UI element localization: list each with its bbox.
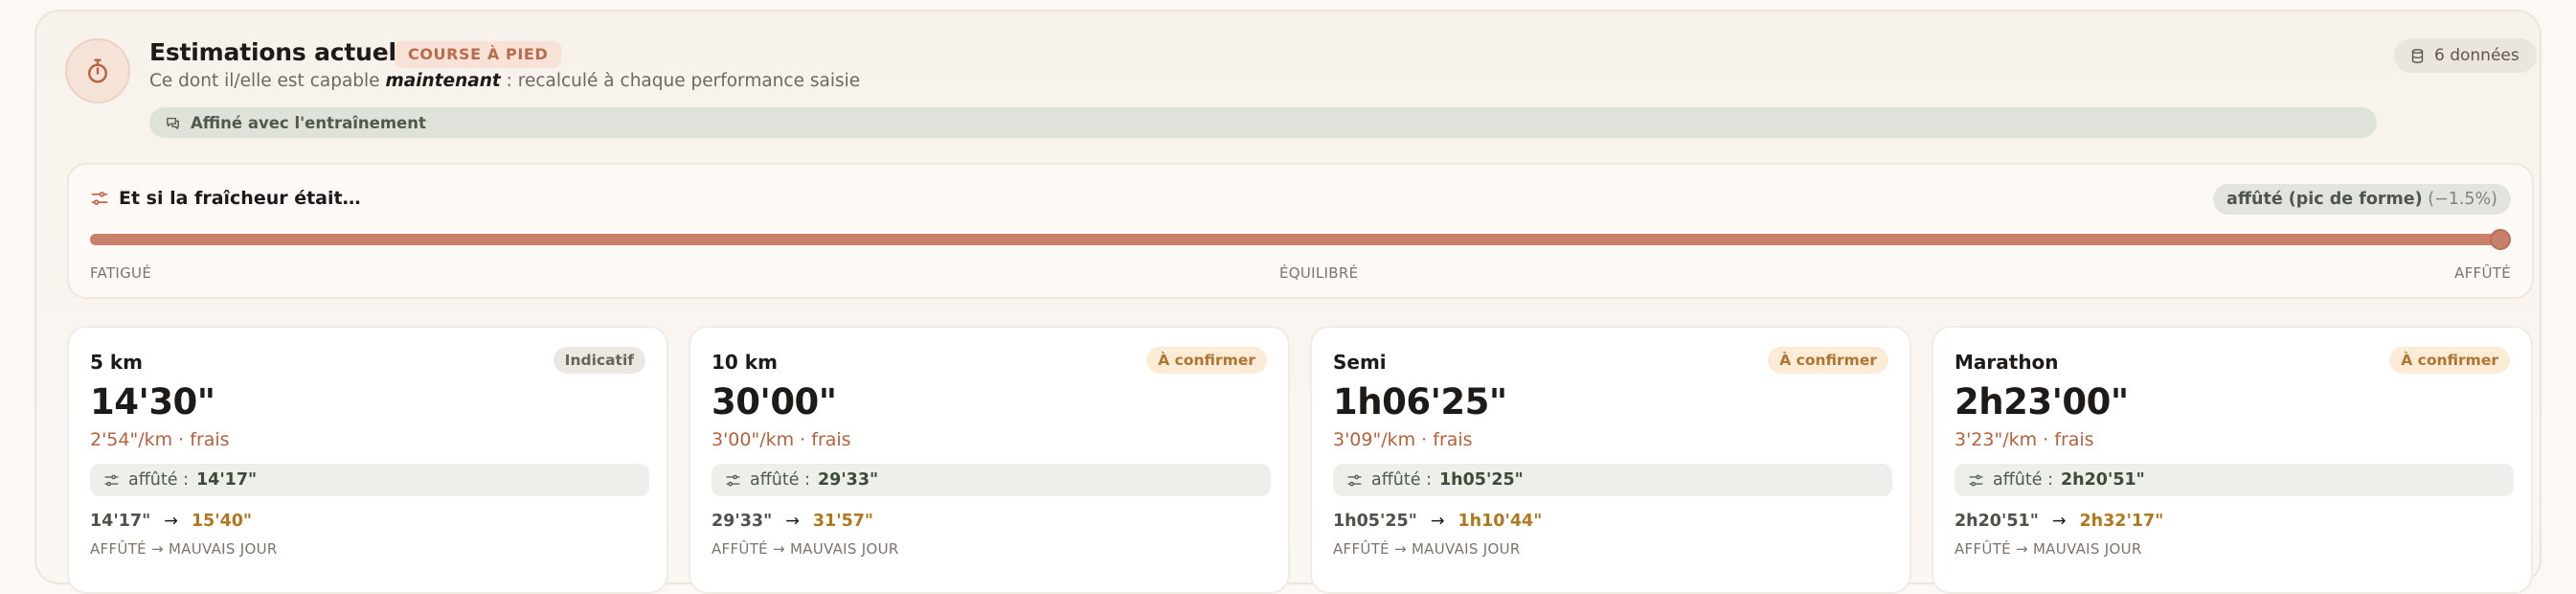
data-count-label: 6 données: [2434, 46, 2520, 65]
sliders-icon: [1347, 474, 1362, 486]
estimated-pace: 3'09"/km · frais: [1333, 429, 1473, 450]
time-range: 14'17" → 15'40": [90, 512, 252, 531]
range-high: 2h32'17": [2079, 512, 2164, 531]
freshness-title: Et si la fraîcheur était…: [90, 188, 361, 209]
race-distance: Semi: [1333, 351, 1387, 374]
sliders-icon: [1969, 474, 1983, 486]
sharp-estimate-row: affûté : 1h05'25": [1333, 464, 1892, 496]
page-subtitle: Ce dont il/elle est capable maintenant :…: [149, 71, 860, 91]
page-title: Estimations actuelles: [149, 38, 435, 66]
subtitle-text-before: Ce dont il/elle est capable: [149, 71, 386, 91]
freshness-state-pct: (−1.5%): [2428, 190, 2497, 209]
range-label: AFFÛTÉ → MAUVAIS JOUR: [712, 540, 899, 558]
sharp-time: 1h05'25": [1438, 470, 1524, 490]
estimated-pace: 3'00"/km · frais: [712, 429, 851, 450]
sharp-time: 2h20'51": [2060, 470, 2145, 490]
race-distance: 5 km: [90, 351, 144, 374]
race-distance: 10 km: [712, 351, 778, 374]
confidence-badge: À confirmer: [2389, 347, 2510, 374]
sport-badge: COURSE À PIED: [395, 41, 562, 68]
range-high: 31'57": [812, 512, 874, 531]
sharp-label: affûté :: [1371, 470, 1432, 490]
refined-banner: Affiné avec l'entraînement: [149, 107, 2377, 138]
range-arrow: →: [785, 512, 800, 531]
range-label: AFFÛTÉ → MAUVAIS JOUR: [1955, 540, 2142, 558]
scale-label-tired: FATIGUÉ: [90, 264, 152, 282]
data-count-button[interactable]: 6 données: [2394, 38, 2537, 73]
race-estimate-card: 10 km À confirmer 30'00" 3'00"/km · frais af…: [689, 326, 1290, 594]
estimated-pace: 3'23"/km · frais: [1955, 429, 2094, 450]
subtitle-emphasis: maintenant: [385, 71, 501, 91]
range-arrow: →: [164, 512, 178, 531]
sharp-estimate-row: affûté : 29'33": [712, 464, 1271, 496]
time-range: 1h05'25" → 1h10'44": [1333, 512, 1542, 531]
scale-label-balanced: ÉQUILIBRÉ: [1279, 264, 1359, 282]
refined-label: Affiné avec l'entraînement: [191, 113, 426, 132]
range-low: 2h20'51": [1955, 512, 2039, 531]
sliders-icon: [726, 474, 740, 486]
database-icon: [2411, 48, 2424, 63]
freshness-slider[interactable]: [90, 229, 2511, 250]
estimated-pace: 2'54"/km · frais: [90, 429, 230, 450]
time-range: 2h20'51" → 2h32'17": [1955, 512, 2163, 531]
freshness-title-text: Et si la fraîcheur était…: [119, 188, 361, 209]
range-high: 1h10'44": [1457, 512, 1543, 531]
range-low: 14'17": [90, 512, 151, 531]
confidence-badge: À confirmer: [1146, 347, 1267, 374]
race-estimate-card: Semi À confirmer 1h06'25" 3'09"/km · frais a…: [1310, 326, 1911, 594]
race-estimate-card: 5 km Indicatif 14'30" 2'54"/km · frais affût…: [67, 326, 668, 594]
race-distance: Marathon: [1955, 351, 2059, 374]
subtitle-text-after: : recalculé à chaque performance saisie: [500, 71, 861, 91]
slider-thumb[interactable]: [2490, 229, 2511, 250]
range-high: 15'40": [191, 512, 253, 531]
chat-bubble-icon: [167, 117, 179, 129]
sharp-label: affûté :: [128, 470, 189, 490]
sliders-icon: [91, 192, 108, 205]
range-label: AFFÛTÉ → MAUVAIS JOUR: [90, 540, 278, 558]
scale-label-sharp: AFFÛTÉ: [2454, 264, 2511, 282]
estimated-time: 2h23'00": [1955, 381, 2129, 423]
confidence-badge: Indicatif: [553, 347, 645, 374]
sharp-estimate-row: affûté : 2h20'51": [1955, 464, 2514, 496]
time-range: 29'33" → 31'57": [712, 512, 873, 531]
freshness-state-label: affûté (pic de forme): [2226, 190, 2423, 209]
sharp-label: affûté :: [750, 470, 810, 490]
stopwatch-icon: [65, 38, 130, 103]
confidence-badge: À confirmer: [1768, 347, 1888, 374]
race-estimate-card: Marathon À confirmer 2h23'00" 3'23"/km · fr…: [1932, 326, 2533, 594]
range-arrow: →: [2051, 512, 2067, 531]
sharp-time: 29'33": [817, 470, 879, 490]
estimated-time: 14'30": [90, 381, 215, 423]
range-label: AFFÛTÉ → MAUVAIS JOUR: [1333, 540, 1521, 558]
sharp-estimate-row: affûté : 14'17": [90, 464, 649, 496]
range-low: 1h05'25": [1333, 512, 1417, 531]
estimated-time: 30'00": [712, 381, 837, 423]
sharp-time: 14'17": [195, 470, 258, 490]
range-low: 29'33": [712, 512, 773, 531]
sharp-label: affûté :: [1993, 470, 2053, 490]
freshness-panel: Et si la fraîcheur était… affûté (pic de…: [67, 163, 2534, 299]
estimated-time: 1h06'25": [1333, 381, 1507, 423]
sliders-icon: [104, 474, 119, 486]
range-arrow: →: [1430, 512, 1445, 531]
freshness-state-badge: affûté (pic de forme) (−1.5%): [2213, 184, 2511, 215]
